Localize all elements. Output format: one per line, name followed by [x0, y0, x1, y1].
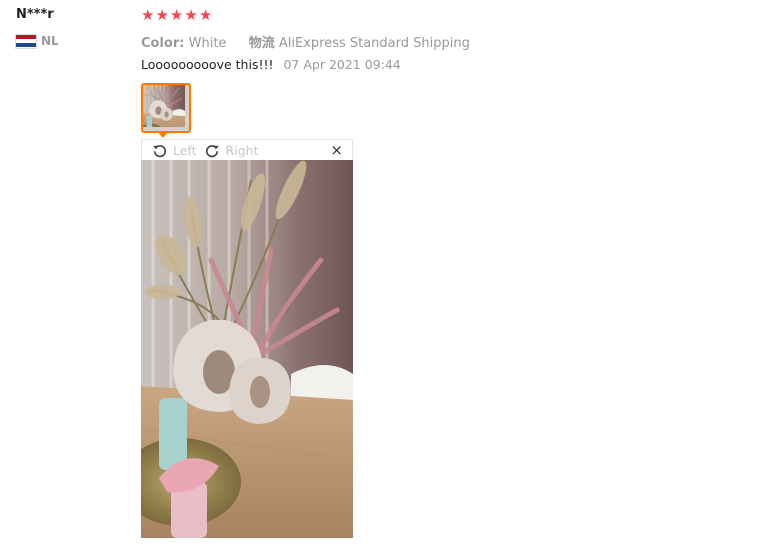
- country-code: NL: [41, 34, 59, 48]
- rotate-right-button[interactable]: Right: [205, 142, 259, 158]
- review-body: Looooooooove this!!! 07 Apr 2021 09:44: [141, 57, 401, 72]
- photo-viewer-toolbar: Left Right ×: [141, 139, 353, 160]
- netherlands-flag-icon: [16, 34, 36, 48]
- star-icon: ★: [141, 6, 155, 24]
- review-text: Looooooooove this!!!: [141, 57, 274, 72]
- color-key: Color:: [141, 36, 185, 51]
- rotate-right-icon: [205, 143, 220, 158]
- star-rating: ★ ★ ★ ★ ★: [141, 7, 212, 23]
- color-value: White: [188, 36, 227, 51]
- reviewer-name: N***r: [16, 7, 54, 22]
- review-photo-thumbnail[interactable]: [141, 83, 191, 133]
- logistics-key: 物流: [248, 36, 275, 51]
- rotate-right-label: Right: [225, 142, 259, 158]
- review-photo-large: [141, 160, 353, 538]
- star-icon: ★: [198, 6, 213, 24]
- thumbnail-caret: [157, 131, 169, 138]
- star-icon: ★: [155, 6, 169, 24]
- close-icon[interactable]: ×: [330, 142, 343, 158]
- review-date: 07 Apr 2021 09:44: [283, 57, 401, 72]
- logistics-value: AliExpress Standard Shipping: [278, 36, 470, 51]
- rotate-left-label: Left: [173, 142, 197, 158]
- rotate-left-icon: [152, 143, 167, 158]
- sku-info: Color: White 物流 AliExpress Standard Ship…: [141, 32, 470, 51]
- reviewer-country: NL: [16, 34, 59, 48]
- rotate-left-button[interactable]: Left: [152, 143, 197, 158]
- star-icon: ★: [169, 6, 184, 24]
- star-icon: ★: [184, 6, 198, 24]
